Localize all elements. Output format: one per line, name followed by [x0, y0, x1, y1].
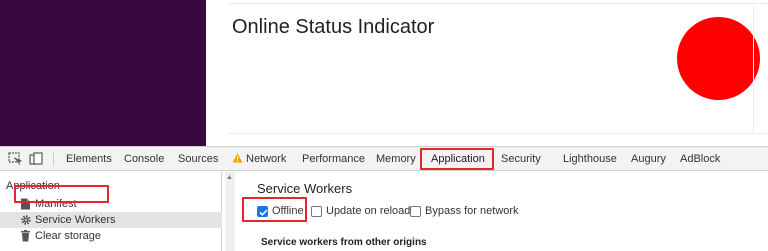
tab-console[interactable]: Console	[124, 152, 164, 166]
checkbox-unchecked-icon[interactable]	[311, 206, 322, 217]
scroll-up-icon[interactable]: ▲	[226, 174, 233, 181]
sidebar-item-label: Clear storage	[35, 230, 102, 242]
trash-icon	[20, 230, 31, 242]
checkbox-label: Update on reload	[326, 205, 411, 217]
service-workers-highlight	[14, 185, 109, 203]
tab-performance[interactable]: Performance	[302, 152, 365, 166]
tab-augury[interactable]: Augury	[631, 152, 666, 166]
sidebar-item-service-workers[interactable]: Service Workers	[0, 212, 222, 228]
sidebar-item-label: Service Workers	[35, 214, 116, 226]
devtools-panel: Elements Console Sources Network Perform…	[0, 146, 768, 251]
tab-lighthouse[interactable]: Lighthouse	[563, 152, 617, 166]
tab-security[interactable]: Security	[501, 152, 541, 166]
tab-network-label: Network	[246, 153, 287, 165]
inspect-element-icon[interactable]	[8, 152, 23, 165]
devtools-tabbar: Elements Console Sources Network Perform…	[0, 146, 768, 171]
page-content: Online Status Indicator	[206, 0, 768, 146]
gear-icon	[20, 214, 31, 226]
application-sidebar: Application Manifest Service Workers Cle…	[0, 172, 222, 251]
application-tab-highlight	[420, 148, 494, 170]
checkbox-label: Bypass for network	[425, 205, 519, 217]
toolbar-separator	[53, 152, 54, 166]
warning-icon	[232, 153, 243, 163]
page-left-panel	[0, 0, 206, 146]
service-workers-pane: Service Workers Offline Update on reload…	[236, 172, 768, 251]
checkbox-unchecked-icon[interactable]	[410, 206, 421, 217]
tab-memory[interactable]: Memory	[376, 152, 416, 166]
tab-network[interactable]: Network	[232, 152, 286, 166]
status-indicator	[677, 17, 760, 100]
tab-elements[interactable]: Elements	[66, 152, 112, 166]
tab-adblock[interactable]: AdBlock	[680, 152, 720, 166]
divider	[229, 133, 768, 134]
divider	[753, 3, 754, 134]
section-heading: Service workers from other origins	[261, 237, 427, 248]
offline-highlight	[242, 197, 307, 222]
divider	[229, 3, 768, 4]
device-toolbar-icon[interactable]	[29, 152, 43, 165]
tab-sources[interactable]: Sources	[178, 152, 218, 166]
page-viewport: Online Status Indicator	[0, 0, 768, 146]
sidebar-item-clear-storage[interactable]: Clear storage	[0, 228, 222, 244]
sidebar-scrollbar[interactable]: ▲	[225, 172, 235, 251]
page-title: Online Status Indicator	[232, 16, 435, 38]
pane-title: Service Workers	[257, 181, 353, 196]
